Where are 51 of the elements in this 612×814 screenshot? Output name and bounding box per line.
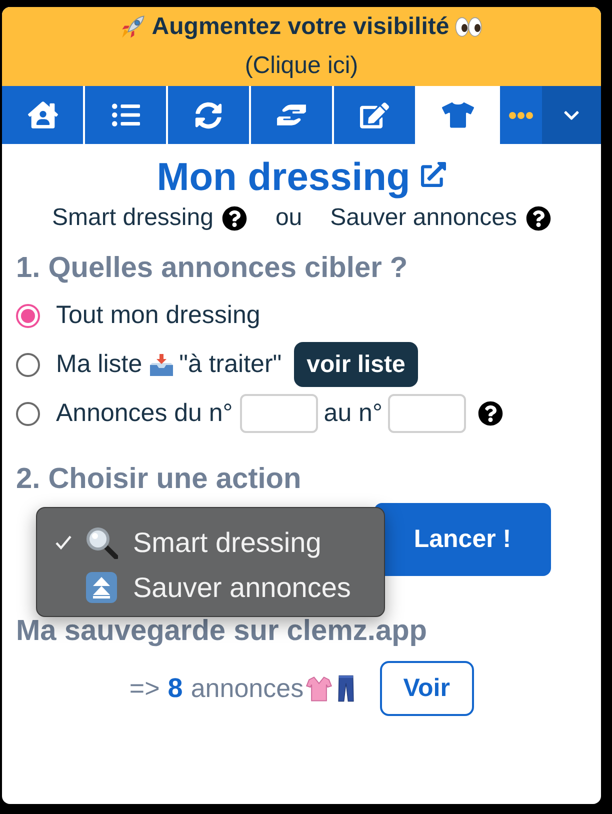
nav-tab[interactable] <box>334 86 415 144</box>
help-topic-label: Smart dressing <box>52 203 214 233</box>
nav-tab[interactable] <box>168 86 249 144</box>
edit-icon <box>360 100 389 130</box>
blouse-icon <box>306 676 332 702</box>
check-icon <box>55 535 72 550</box>
section-heading: Ma sauvegarde sur clemz.app <box>16 614 428 648</box>
option-label[interactable]: Annonces du n° <box>56 394 233 432</box>
connector-text: ou <box>275 203 302 233</box>
list-name-label[interactable]: "à traiter" <box>179 346 282 384</box>
refresh-icon <box>195 102 222 128</box>
nav-tab[interactable] <box>85 86 166 144</box>
inbox-tray-icon <box>149 352 174 376</box>
help-icon[interactable] <box>222 206 248 230</box>
radio-button[interactable] <box>16 352 40 376</box>
promo-link[interactable]: (Clique ici) <box>244 48 358 84</box>
option-label[interactable]: Ma liste <box>56 346 142 384</box>
menu-item-label: Sauver annonces <box>133 570 351 604</box>
radio-button[interactable] <box>16 304 40 328</box>
promo-title: Augmentez votre visibilité <box>152 12 450 42</box>
help-icon[interactable] <box>478 401 504 426</box>
number-input[interactable] <box>388 394 466 433</box>
help-icon[interactable] <box>526 206 551 230</box>
listing-count: 8 <box>168 672 183 706</box>
promo-banner[interactable]: Augmentez votre visibilité (Clique ici) <box>2 7 601 86</box>
section-heading: 1. Quelles annonces cibler ? <box>16 251 409 285</box>
help-topic-label: Sauver annonces <box>330 203 517 233</box>
jeans-icon <box>338 674 354 703</box>
radio-button[interactable] <box>16 402 40 426</box>
option-label[interactable]: Tout mon dressing <box>56 296 260 334</box>
home-icon <box>28 100 58 130</box>
menu-item-label: Smart dressing <box>133 526 322 560</box>
view-list-button[interactable]: voir liste <box>294 342 418 387</box>
listing-count-label: annonces <box>190 672 304 705</box>
section-heading: 2. Choisir une action <box>16 462 302 496</box>
more-button[interactable] <box>500 86 542 144</box>
launch-button[interactable]: Lancer ! <box>374 503 551 576</box>
nav-tab[interactable] <box>251 86 332 144</box>
magnifier-icon <box>86 526 118 558</box>
ellipsis-icon <box>509 112 533 118</box>
number-input[interactable] <box>240 394 318 433</box>
list-icon <box>112 101 140 129</box>
nav-tab[interactable] <box>2 86 83 144</box>
view-button[interactable]: Voir <box>380 661 474 716</box>
external-link-icon[interactable] <box>421 162 446 186</box>
rocket-icon <box>120 14 145 39</box>
arrow-text: => <box>129 672 160 705</box>
hands-icon <box>276 103 307 127</box>
page-title[interactable]: Mon dressing <box>156 156 410 200</box>
eyes-icon <box>455 16 482 37</box>
range-connector-label: au n° <box>324 398 382 429</box>
